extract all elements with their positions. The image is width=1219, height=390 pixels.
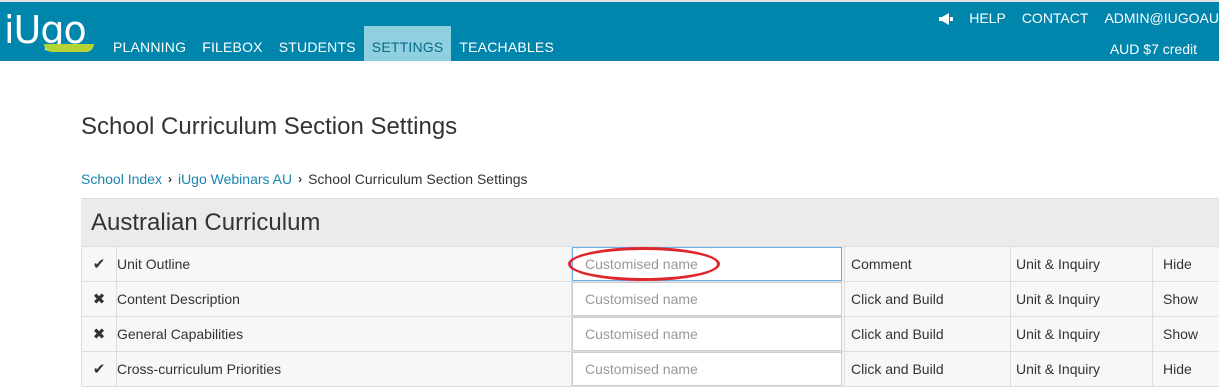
visibility-toggle[interactable]: Show <box>1152 281 1219 317</box>
customised-name-input[interactable] <box>572 247 842 281</box>
table-row: ✖ General Capabilities Click and Build U… <box>81 316 1219 352</box>
section-scope[interactable]: Unit & Inquiry <box>1010 351 1153 387</box>
breadcrumb-school-index[interactable]: School Index <box>81 171 162 187</box>
breadcrumb-current: School Curriculum Section Settings <box>308 171 528 187</box>
section-name: Unit Outline <box>116 246 572 282</box>
section-title: Australian Curriculum <box>81 198 1219 246</box>
contact-link[interactable]: CONTACT <box>1022 10 1089 26</box>
page-title: School Curriculum Section Settings <box>81 113 458 140</box>
section-name: Content Description <box>116 281 572 317</box>
table-row: ✖ Content Description Click and Build Un… <box>81 281 1219 317</box>
customised-name-input[interactable] <box>572 352 842 386</box>
main-nav: PLANNING FILEBOX STUDENTS SETTINGS TEACH… <box>105 26 562 61</box>
visibility-toggle[interactable]: Hide <box>1152 351 1219 387</box>
nav-planning[interactable]: PLANNING <box>105 26 194 61</box>
megaphone-icon[interactable] <box>939 12 954 25</box>
table-row: ✔ Unit Outline Comment Unit & Inquiry Hi… <box>81 246 1219 282</box>
table-row: ✔ Cross-curriculum Priorities Click and … <box>81 351 1219 387</box>
section-scope[interactable]: Unit & Inquiry <box>1010 316 1153 352</box>
section-type[interactable]: Comment <box>844 246 1011 282</box>
section-settings-table: ✔ Unit Outline Comment Unit & Inquiry Hi… <box>81 246 1219 387</box>
enabled-check-icon[interactable]: ✔ <box>81 351 117 387</box>
logo-swoosh <box>44 44 94 52</box>
breadcrumb-webinars[interactable]: iUgo Webinars AU <box>178 171 292 187</box>
chevron-right-icon: › <box>167 172 172 186</box>
nav-filebox[interactable]: FILEBOX <box>194 26 271 61</box>
visibility-toggle[interactable]: Hide <box>1152 246 1219 282</box>
credit-balance[interactable]: AUD $7 credit <box>1110 41 1197 57</box>
section-name: General Capabilities <box>116 316 572 352</box>
customised-name-input[interactable] <box>572 282 842 316</box>
visibility-toggle[interactable]: Show <box>1152 316 1219 352</box>
enabled-check-icon[interactable]: ✔ <box>81 246 117 282</box>
section-scope[interactable]: Unit & Inquiry <box>1010 246 1153 282</box>
nav-students[interactable]: STUDENTS <box>271 26 364 61</box>
chevron-right-icon: › <box>298 172 303 186</box>
curriculum-section: Australian Curriculum ✔ Unit Outline Com… <box>81 198 1219 390</box>
nav-settings[interactable]: SETTINGS <box>363 26 452 61</box>
disabled-cross-icon[interactable]: ✖ <box>81 281 117 317</box>
breadcrumb: School Index › iUgo Webinars AU › School… <box>81 171 528 187</box>
section-name: Cross-curriculum Priorities <box>116 351 572 387</box>
customised-name-input[interactable] <box>572 317 842 351</box>
disabled-cross-icon[interactable]: ✖ <box>81 316 117 352</box>
help-link[interactable]: HELP <box>969 10 1006 26</box>
section-type[interactable]: Click and Build <box>844 351 1011 387</box>
section-scope[interactable]: Unit & Inquiry <box>1010 281 1153 317</box>
section-type[interactable]: Click and Build <box>844 316 1011 352</box>
top-right-links: HELP CONTACT ADMIN@IUGOAU <box>939 10 1219 26</box>
user-menu[interactable]: ADMIN@IUGOAU <box>1104 10 1219 26</box>
nav-teachables[interactable]: TEACHABLES <box>451 26 562 61</box>
top-navigation-bar: iUgo PLANNING FILEBOX STUDENTS SETTINGS … <box>0 0 1219 61</box>
section-type[interactable]: Click and Build <box>844 281 1011 317</box>
